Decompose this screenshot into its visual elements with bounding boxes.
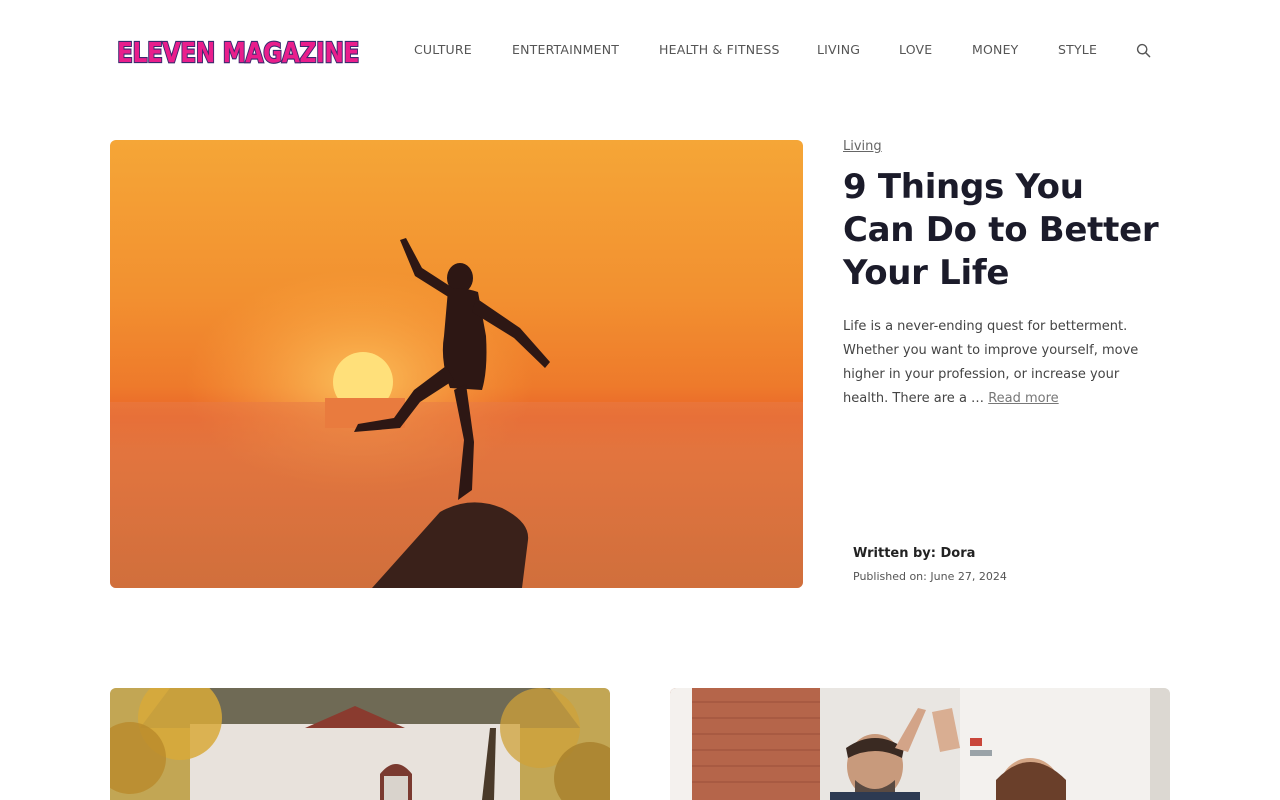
logo-text: ELEVEN MAGAZINE <box>117 36 359 69</box>
nav-item-living[interactable]: LIVING <box>817 42 860 57</box>
post-card-image-house[interactable] <box>110 688 610 800</box>
nav-item-culture[interactable]: CULTURE <box>414 42 472 57</box>
nav-item-love[interactable]: LOVE <box>899 42 932 57</box>
author-line: Written by: Dora <box>853 546 975 561</box>
nav-item-style[interactable]: STYLE <box>1058 42 1097 57</box>
search-icon[interactable] <box>1136 43 1151 58</box>
site-logo[interactable]: ELEVEN MAGAZINE <box>114 32 362 70</box>
nav-item-entertainment[interactable]: ENTERTAINMENT <box>512 42 619 57</box>
read-more-link[interactable]: Read more <box>988 391 1058 406</box>
nav-item-money[interactable]: MONEY <box>972 42 1019 57</box>
featured-title[interactable]: 9 Things You Can Do to Better Your Life <box>843 166 1163 295</box>
author-name: Dora <box>940 546 976 561</box>
post-card-image-high-five[interactable] <box>670 688 1170 800</box>
featured-image[interactable] <box>110 140 803 588</box>
published-label: Published on: <box>853 570 927 583</box>
published-date: June 27, 2024 <box>930 570 1007 583</box>
author-label: Written by: <box>853 546 936 561</box>
featured-excerpt: Life is a never-ending quest for betterm… <box>843 315 1161 411</box>
category-link-living[interactable]: Living <box>843 139 882 154</box>
published-line: Published on: June 27, 2024 <box>853 570 1007 583</box>
nav-item-health-fitness[interactable]: HEALTH & FITNESS <box>659 42 780 57</box>
